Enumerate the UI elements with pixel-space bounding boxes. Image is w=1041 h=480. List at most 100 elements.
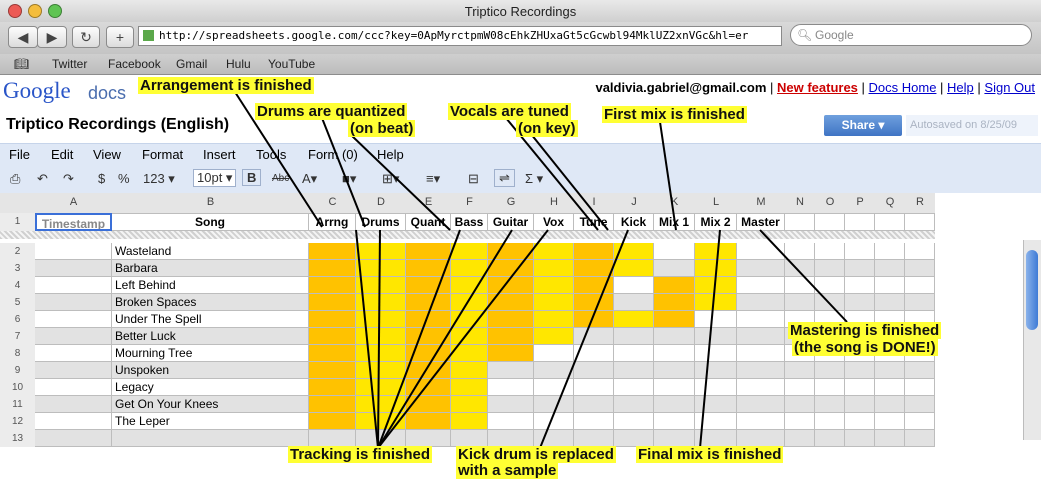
grid-cell[interactable]: [905, 430, 935, 447]
status-cell[interactable]: [356, 362, 406, 379]
bookmark-facebook[interactable]: Facebook: [108, 57, 161, 71]
status-cell[interactable]: [614, 243, 654, 260]
column-letter-I[interactable]: I: [574, 196, 614, 208]
status-cell[interactable]: [488, 311, 534, 328]
status-cell[interactable]: [406, 260, 451, 277]
grid-cell[interactable]: [905, 396, 935, 413]
status-cell[interactable]: [488, 328, 534, 345]
grid-cell[interactable]: [905, 294, 935, 311]
status-cell[interactable]: [737, 277, 785, 294]
header-cell[interactable]: Timestamp: [35, 213, 112, 231]
text-color-icon[interactable]: A▾: [302, 171, 317, 187]
grid-cell[interactable]: [574, 430, 614, 447]
grid-cell[interactable]: [815, 362, 845, 379]
grid-cell[interactable]: [35, 362, 112, 379]
status-cell[interactable]: [356, 311, 406, 328]
status-cell[interactable]: [309, 328, 356, 345]
row-number[interactable]: 8: [0, 345, 35, 362]
column-letter-B[interactable]: B: [112, 196, 309, 208]
grid-cell[interactable]: [845, 396, 875, 413]
column-letter-N[interactable]: N: [785, 196, 815, 208]
song-cell[interactable]: Left Behind: [112, 277, 309, 294]
bookmark-hulu[interactable]: Hulu: [226, 57, 251, 71]
status-cell[interactable]: [654, 277, 695, 294]
column-letter-E[interactable]: E: [406, 196, 451, 208]
grid-cell[interactable]: [845, 260, 875, 277]
grid-cell[interactable]: [845, 379, 875, 396]
grid-cell[interactable]: [785, 260, 815, 277]
grid-cell[interactable]: [845, 413, 875, 430]
status-cell[interactable]: [309, 260, 356, 277]
status-cell[interactable]: [406, 294, 451, 311]
status-cell[interactable]: [737, 294, 785, 311]
print-icon[interactable]: ⎙: [10, 171, 20, 187]
status-cell[interactable]: [695, 396, 737, 413]
status-cell[interactable]: [695, 362, 737, 379]
status-cell[interactable]: [695, 277, 737, 294]
header-cell[interactable]: Vox: [534, 213, 574, 231]
header-cell[interactable]: Mix 1: [654, 213, 695, 231]
share-button[interactable]: Share ▾: [824, 115, 902, 136]
grid-cell[interactable]: [654, 430, 695, 447]
search-field[interactable]: 🔍︎ Google: [790, 24, 1032, 46]
status-cell[interactable]: [451, 396, 488, 413]
song-cell[interactable]: Broken Spaces: [112, 294, 309, 311]
google-logo[interactable]: Google: [3, 78, 71, 104]
status-cell[interactable]: [309, 362, 356, 379]
column-letter-A[interactable]: A: [35, 196, 112, 208]
column-letter-D[interactable]: D: [356, 196, 406, 208]
status-cell[interactable]: [534, 277, 574, 294]
header-cell[interactable]: Kick: [614, 213, 654, 231]
grid-cell[interactable]: [785, 396, 815, 413]
status-cell[interactable]: [654, 328, 695, 345]
status-cell[interactable]: [406, 413, 451, 430]
grid-cell[interactable]: [785, 413, 815, 430]
status-cell[interactable]: [695, 413, 737, 430]
address-bar[interactable]: http://spreadsheets.google.com/ccc?key=0…: [138, 26, 782, 46]
song-cell[interactable]: Wasteland: [112, 243, 309, 260]
grid-cell[interactable]: [35, 260, 112, 277]
empty-cell[interactable]: [845, 213, 875, 231]
status-cell[interactable]: [737, 396, 785, 413]
grid-cell[interactable]: [35, 294, 112, 311]
song-cell[interactable]: Legacy: [112, 379, 309, 396]
grid-cell[interactable]: [845, 277, 875, 294]
column-letter-Q[interactable]: Q: [875, 196, 905, 208]
grid-cell[interactable]: [905, 277, 935, 294]
status-cell[interactable]: [534, 345, 574, 362]
grid-cell[interactable]: [905, 243, 935, 260]
sign-out-link[interactable]: Sign Out: [984, 80, 1035, 95]
grid-cell[interactable]: [815, 430, 845, 447]
column-letter-L[interactable]: L: [695, 196, 737, 208]
row-number[interactable]: 1: [0, 213, 35, 231]
borders-icon[interactable]: ⊞▾: [382, 171, 399, 187]
status-cell[interactable]: [614, 362, 654, 379]
menu-insert[interactable]: Insert: [203, 147, 236, 162]
empty-cell[interactable]: [815, 213, 845, 231]
menu-file[interactable]: File: [9, 147, 30, 162]
status-cell[interactable]: [534, 294, 574, 311]
grid-cell[interactable]: [905, 379, 935, 396]
merge-cells-icon[interactable]: ⊟: [468, 171, 479, 187]
status-cell[interactable]: [356, 328, 406, 345]
currency-format-button[interactable]: $: [98, 171, 105, 186]
document-title[interactable]: Triptico Recordings (English): [6, 116, 229, 134]
status-cell[interactable]: [356, 413, 406, 430]
undo-icon[interactable]: ↶: [37, 171, 48, 187]
status-cell[interactable]: [309, 413, 356, 430]
status-cell[interactable]: [614, 277, 654, 294]
status-cell[interactable]: [356, 396, 406, 413]
status-cell[interactable]: [737, 243, 785, 260]
status-cell[interactable]: [737, 345, 785, 362]
status-cell[interactable]: [737, 260, 785, 277]
header-cell[interactable]: Mix 2: [695, 213, 737, 231]
grid-cell[interactable]: [815, 260, 845, 277]
status-cell[interactable]: [695, 345, 737, 362]
status-cell[interactable]: [574, 379, 614, 396]
column-letter-G[interactable]: G: [488, 196, 534, 208]
grid-cell[interactable]: [815, 396, 845, 413]
status-cell[interactable]: [451, 379, 488, 396]
status-cell[interactable]: [488, 362, 534, 379]
grid-cell[interactable]: [875, 260, 905, 277]
grid-cell[interactable]: [534, 430, 574, 447]
